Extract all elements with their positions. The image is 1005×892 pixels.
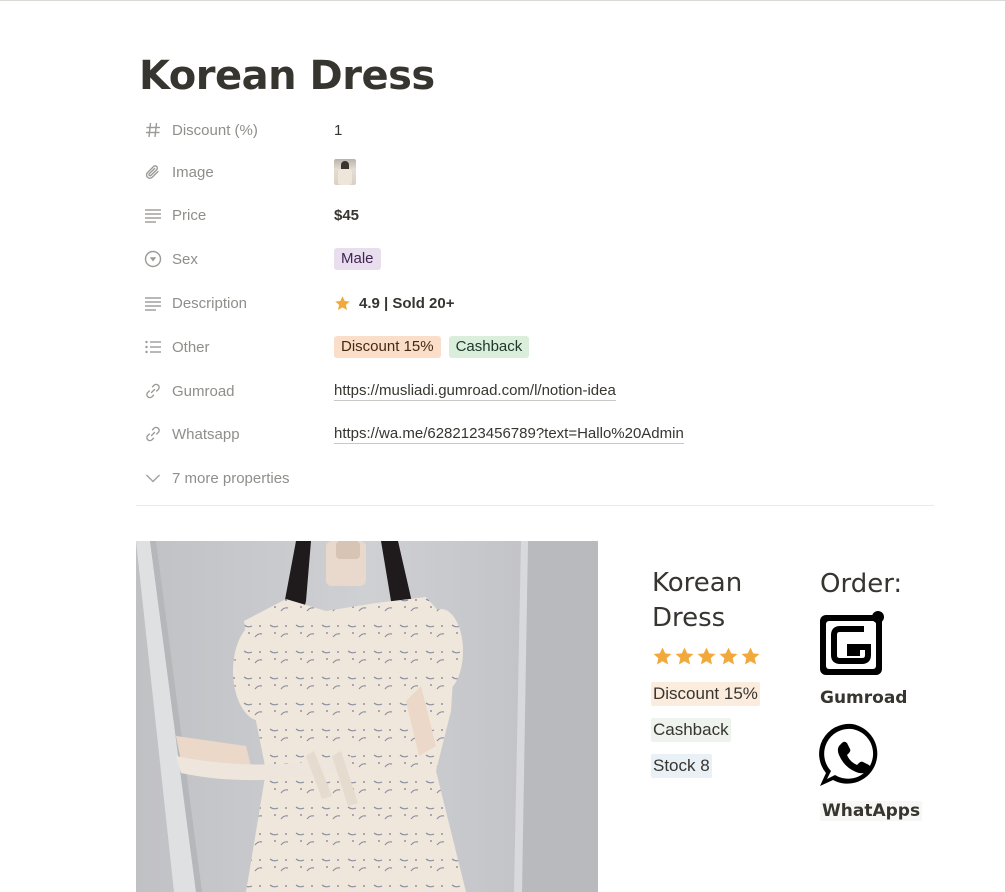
- bullet-list-icon: [144, 338, 162, 356]
- property-row-image[interactable]: Image: [136, 156, 936, 188]
- chevron-down-icon: [144, 469, 162, 487]
- property-label: Whatsapp: [172, 425, 240, 443]
- image-thumbnail[interactable]: [334, 159, 356, 185]
- property-row-other[interactable]: Other Discount 15% Cashback: [136, 331, 936, 363]
- text-lines-icon: [144, 206, 162, 224]
- property-value[interactable]: https://wa.me/6282123456789?text=Hallo%2…: [334, 425, 684, 444]
- dress-photo-illustration: [136, 541, 598, 892]
- property-label: Gumroad: [172, 382, 235, 400]
- property-name[interactable]: Image: [136, 163, 334, 181]
- page: Korean Dress Discount (%) 1 Image Price …: [0, 0, 1005, 892]
- more-properties-toggle[interactable]: 7 more properties: [136, 462, 936, 494]
- property-name[interactable]: Description: [136, 294, 334, 312]
- stock-label: Stock 8: [651, 754, 712, 778]
- star-icon: [674, 646, 695, 672]
- property-row-discount[interactable]: Discount (%) 1: [136, 114, 936, 146]
- cashback-tag[interactable]: Cashback: [448, 336, 530, 358]
- cashback-label: Cashback: [651, 718, 731, 742]
- property-name[interactable]: Other: [136, 338, 334, 356]
- property-label: Price: [172, 206, 207, 224]
- divider: [136, 505, 934, 506]
- description-value: 4.9 | Sold 20+: [359, 294, 455, 312]
- product-name-line: Korean: [652, 568, 743, 598]
- product-photo[interactable]: [136, 541, 598, 892]
- product-name: Korean Dress: [652, 566, 742, 636]
- property-value[interactable]: [334, 159, 356, 185]
- property-label: Sex: [172, 250, 198, 268]
- link-icon: [144, 382, 162, 400]
- gumroad-link[interactable]: https://musliadi.gumroad.com/l/notion-id…: [334, 382, 616, 401]
- order-title: Order:: [820, 569, 903, 599]
- hash-icon: [144, 121, 162, 139]
- property-row-sex[interactable]: Sex Male: [136, 243, 936, 275]
- discount-tag[interactable]: Discount 15%: [334, 336, 441, 358]
- select-circle-icon: [144, 250, 162, 268]
- star-icon: [718, 646, 739, 672]
- property-name[interactable]: Discount (%): [136, 121, 334, 139]
- whatsapp-icon[interactable]: [816, 720, 888, 792]
- property-label: Image: [172, 163, 214, 181]
- property-name[interactable]: Gumroad: [136, 382, 334, 400]
- property-row-price[interactable]: Price $45: [136, 199, 936, 231]
- link-icon: [144, 425, 162, 443]
- paperclip-icon: [144, 163, 162, 181]
- star-icon: [334, 295, 351, 312]
- property-name[interactable]: Sex: [136, 250, 334, 268]
- property-label: Other: [172, 338, 210, 356]
- property-name[interactable]: Price: [136, 206, 334, 224]
- property-row-whatsapp[interactable]: Whatsapp https://wa.me/6282123456789?tex…: [136, 418, 936, 450]
- property-label: Discount (%): [172, 121, 258, 139]
- star-icon: [696, 646, 717, 672]
- text-lines-icon: [144, 294, 162, 312]
- more-properties[interactable]: 7 more properties: [136, 469, 290, 487]
- sex-tag[interactable]: Male: [334, 248, 381, 270]
- gumroad-label[interactable]: Gumroad: [820, 688, 907, 708]
- discount-label: Discount 15%: [651, 682, 760, 706]
- price-value: $45: [334, 206, 360, 224]
- more-properties-label: 7 more properties: [172, 469, 290, 487]
- property-value[interactable]: 4.9 | Sold 20+: [334, 295, 455, 312]
- whatsapp-link[interactable]: https://wa.me/6282123456789?text=Hallo%2…: [334, 425, 684, 444]
- property-value[interactable]: 1: [334, 122, 342, 139]
- property-value[interactable]: Discount 15% Cashback: [334, 336, 530, 358]
- property-label: Description: [172, 294, 248, 312]
- rating-stars: [652, 646, 761, 672]
- property-name[interactable]: Whatsapp: [136, 425, 334, 443]
- property-row-description[interactable]: Description 4.9 | Sold 20+: [136, 287, 936, 319]
- star-icon: [652, 646, 673, 672]
- property-row-gumroad[interactable]: Gumroad https://musliadi.gumroad.com/l/n…: [136, 375, 936, 407]
- property-value[interactable]: $45: [334, 207, 359, 224]
- property-value[interactable]: https://musliadi.gumroad.com/l/notion-id…: [334, 382, 616, 401]
- property-value[interactable]: Male: [334, 248, 381, 270]
- discount-value: 1: [334, 121, 343, 139]
- star-icon: [740, 646, 761, 672]
- product-name-line: Dress: [652, 603, 726, 633]
- whatsapp-label[interactable]: WhatApps: [820, 801, 923, 821]
- gumroad-icon[interactable]: [816, 607, 888, 679]
- page-title[interactable]: Korean Dress: [139, 50, 435, 102]
- top-border: [0, 0, 1005, 1]
